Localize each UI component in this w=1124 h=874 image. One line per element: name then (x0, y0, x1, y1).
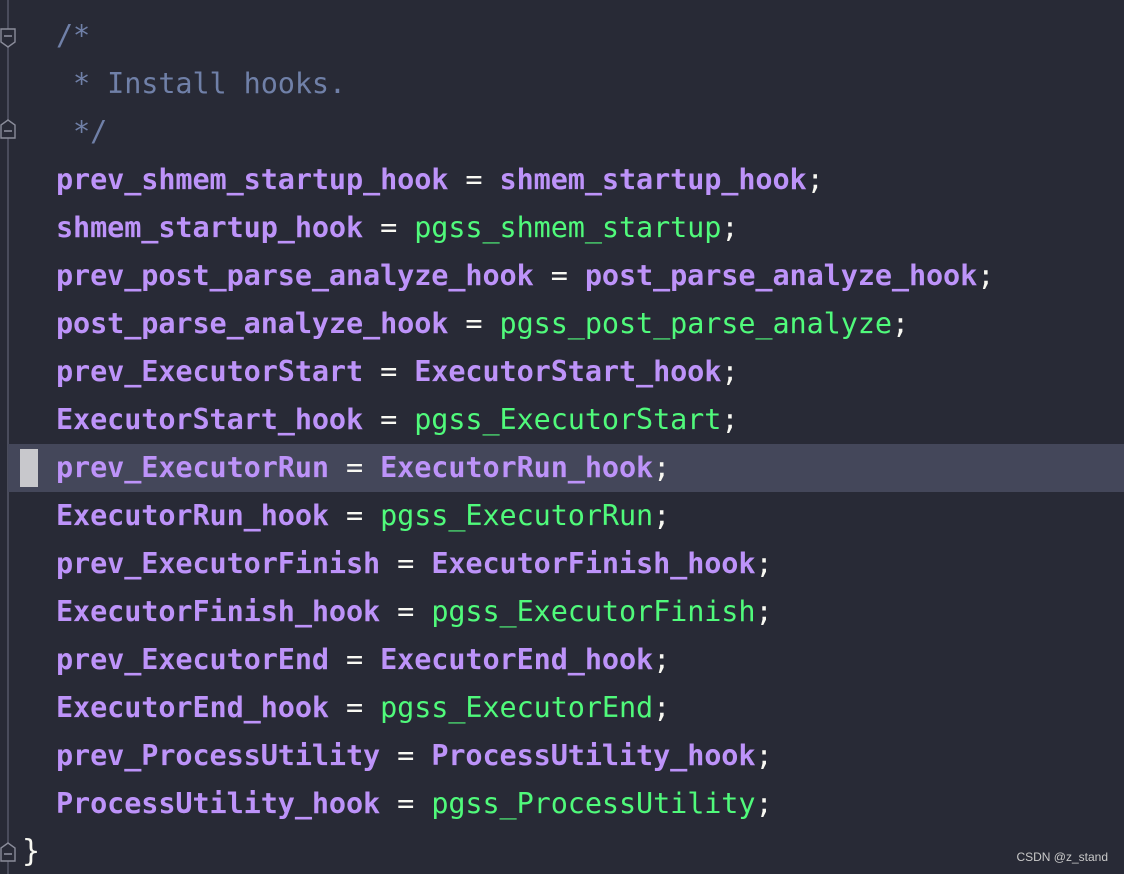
code-line: prev_ExecutorEnd = ExecutorEnd_hook; (56, 636, 670, 684)
assign-operator: = (380, 787, 432, 820)
assign-operator: = (328, 451, 381, 484)
assignment-value: ExecutorEnd_hook (380, 643, 654, 676)
assignment-target: ExecutorRun_hook (56, 499, 329, 532)
assignment-value: ProcessUtility_hook (431, 739, 756, 772)
assignment-value: pgss_ExecutorEnd (380, 691, 654, 724)
closing-brace: } (22, 834, 41, 869)
code-line: prev_ExecutorFinish = ExecutorFinish_hoo… (56, 540, 773, 588)
fold-minus-icon[interactable] (0, 28, 17, 48)
statement-terminator: ; (755, 595, 773, 628)
assign-operator: = (328, 643, 381, 676)
assignment-value: pgss_shmem_startup (414, 211, 722, 244)
fold-end-icon[interactable] (0, 119, 17, 139)
code-line: prev_ProcessUtility = ProcessUtility_hoo… (56, 732, 773, 780)
statement-terminator: ; (891, 307, 909, 340)
code-line: ExecutorRun_hook = pgss_ExecutorRun; (56, 492, 670, 540)
assignment-target: shmem_startup_hook (56, 211, 364, 244)
code-line: prev_ExecutorStart = ExecutorStart_hook; (56, 348, 738, 396)
assignment-value: pgss_ProcessUtility (431, 787, 756, 820)
statement-terminator: ; (653, 643, 671, 676)
assignment-value: pgss_ExecutorRun (380, 499, 654, 532)
statement-terminator: ; (721, 355, 739, 388)
assignment-value: post_parse_analyze_hook (584, 259, 978, 292)
assignment-value: ExecutorRun_hook (380, 451, 654, 484)
assign-operator: = (448, 163, 500, 196)
assign-operator: = (328, 499, 381, 532)
assignment-target: prev_ExecutorFinish (56, 547, 381, 580)
statement-terminator: ; (653, 499, 671, 532)
assignment-target: prev_ExecutorRun (56, 451, 329, 484)
assignment-target: prev_shmem_startup_hook (56, 163, 449, 196)
statement-terminator: ; (653, 691, 671, 724)
code-line: ProcessUtility_hook = pgss_ProcessUtilit… (56, 780, 773, 828)
assignment-value: pgss_post_parse_analyze (499, 307, 892, 340)
assignment-target: ProcessUtility_hook (56, 787, 381, 820)
assignment-target: prev_ProcessUtility (56, 739, 381, 772)
code-line: prev_ExecutorRun = ExecutorRun_hook; (56, 444, 670, 492)
assign-operator: = (448, 307, 500, 340)
assign-operator: = (363, 211, 415, 244)
code-line: prev_post_parse_analyze_hook = post_pars… (56, 252, 994, 300)
assignment-target: prev_ExecutorStart (56, 355, 364, 388)
assign-operator: = (363, 355, 415, 388)
code-editor[interactable]: /* * Install hooks. */ prev_shmem_startu… (0, 0, 1124, 874)
comment-line: */ (56, 115, 108, 148)
assignment-value: ExecutorStart_hook (414, 355, 722, 388)
comment-line: /* (56, 19, 91, 52)
statement-terminator: ; (755, 739, 773, 772)
assign-operator: = (533, 259, 585, 292)
code-line: post_parse_analyze_hook = pgss_post_pars… (56, 300, 909, 348)
fold-end-icon[interactable] (0, 842, 17, 862)
code-line: shmem_startup_hook = pgss_shmem_startup; (56, 204, 738, 252)
assign-operator: = (363, 403, 415, 436)
statement-terminator: ; (721, 211, 739, 244)
assignment-value: pgss_ExecutorStart (414, 403, 722, 436)
assignment-target: prev_ExecutorEnd (56, 643, 329, 676)
assign-operator: = (380, 547, 432, 580)
assign-operator: = (328, 691, 381, 724)
text-cursor (20, 449, 38, 487)
statement-terminator: ; (755, 787, 773, 820)
assign-operator: = (380, 739, 432, 772)
code-line: prev_shmem_startup_hook = shmem_startup_… (56, 156, 824, 204)
assignment-value: pgss_ExecutorFinish (431, 595, 756, 628)
watermark: CSDN @z_stand (1016, 850, 1108, 864)
code-line: ExecutorStart_hook = pgss_ExecutorStart; (56, 396, 738, 444)
statement-terminator: ; (721, 403, 739, 436)
assignment-target: ExecutorFinish_hook (56, 595, 381, 628)
assignment-target: prev_post_parse_analyze_hook (56, 259, 534, 292)
code-line: ExecutorEnd_hook = pgss_ExecutorEnd; (56, 684, 670, 732)
statement-terminator: ; (653, 451, 671, 484)
assignment-value: ExecutorFinish_hook (431, 547, 756, 580)
assignment-value: shmem_startup_hook (499, 163, 807, 196)
assignment-target: ExecutorEnd_hook (56, 691, 329, 724)
assignment-target: post_parse_analyze_hook (56, 307, 449, 340)
assignment-target: ExecutorStart_hook (56, 403, 364, 436)
statement-terminator: ; (977, 259, 995, 292)
code-line: ExecutorFinish_hook = pgss_ExecutorFinis… (56, 588, 773, 636)
assign-operator: = (380, 595, 432, 628)
comment-line: * Install hooks. (56, 67, 346, 100)
statement-terminator: ; (755, 547, 773, 580)
statement-terminator: ; (806, 163, 824, 196)
